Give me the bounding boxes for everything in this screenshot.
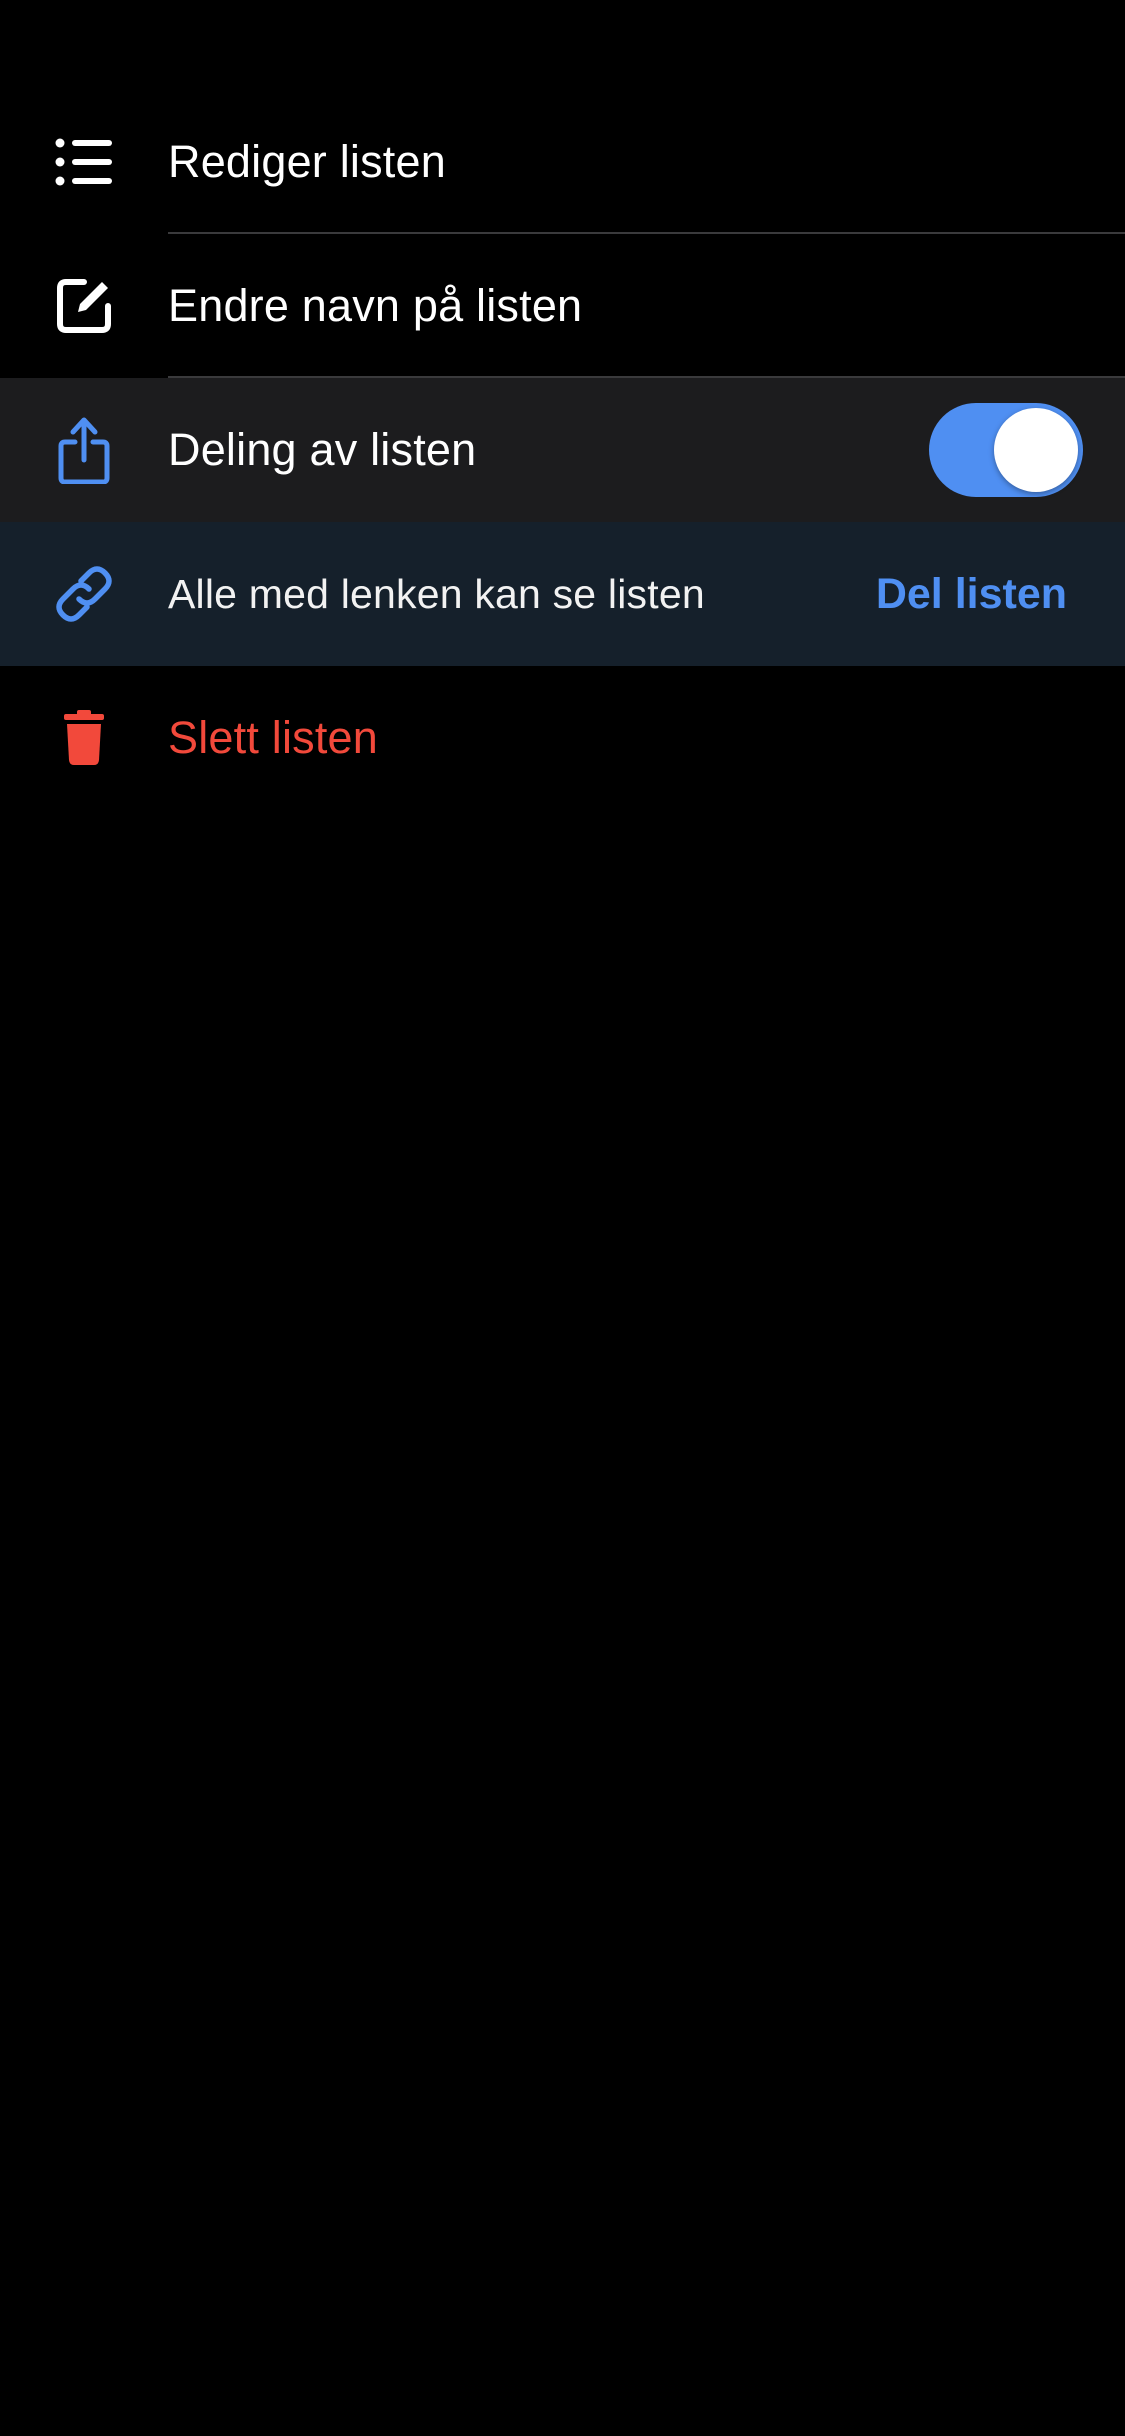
menu-item-label: Rediger listen [168, 136, 446, 187]
list-icon [42, 120, 126, 204]
share-toggle[interactable] [929, 403, 1083, 497]
share-list-button[interactable]: Del listen [876, 570, 1067, 619]
list-options-menu: Rediger listen Endre navn på listen Deli… [0, 90, 1125, 810]
toggle-knob [994, 408, 1078, 492]
menu-item-delete-list[interactable]: Slett listen [0, 666, 1125, 810]
share-link-description: Alle med lenken kan se listen [168, 570, 705, 617]
link-icon [42, 552, 126, 636]
share-icon [42, 408, 126, 492]
trash-icon [42, 696, 126, 780]
edit-square-icon [42, 264, 126, 348]
menu-item-share-list: Deling av listen [0, 378, 1125, 522]
menu-item-label: Slett listen [168, 712, 378, 763]
menu-item-label: Deling av listen [168, 424, 477, 475]
share-link-row: Alle med lenken kan se listen Del listen [0, 522, 1125, 666]
menu-item-rename-list[interactable]: Endre navn på listen [0, 234, 1125, 378]
menu-item-edit-list[interactable]: Rediger listen [0, 90, 1125, 234]
menu-item-label: Endre navn på listen [168, 280, 583, 331]
